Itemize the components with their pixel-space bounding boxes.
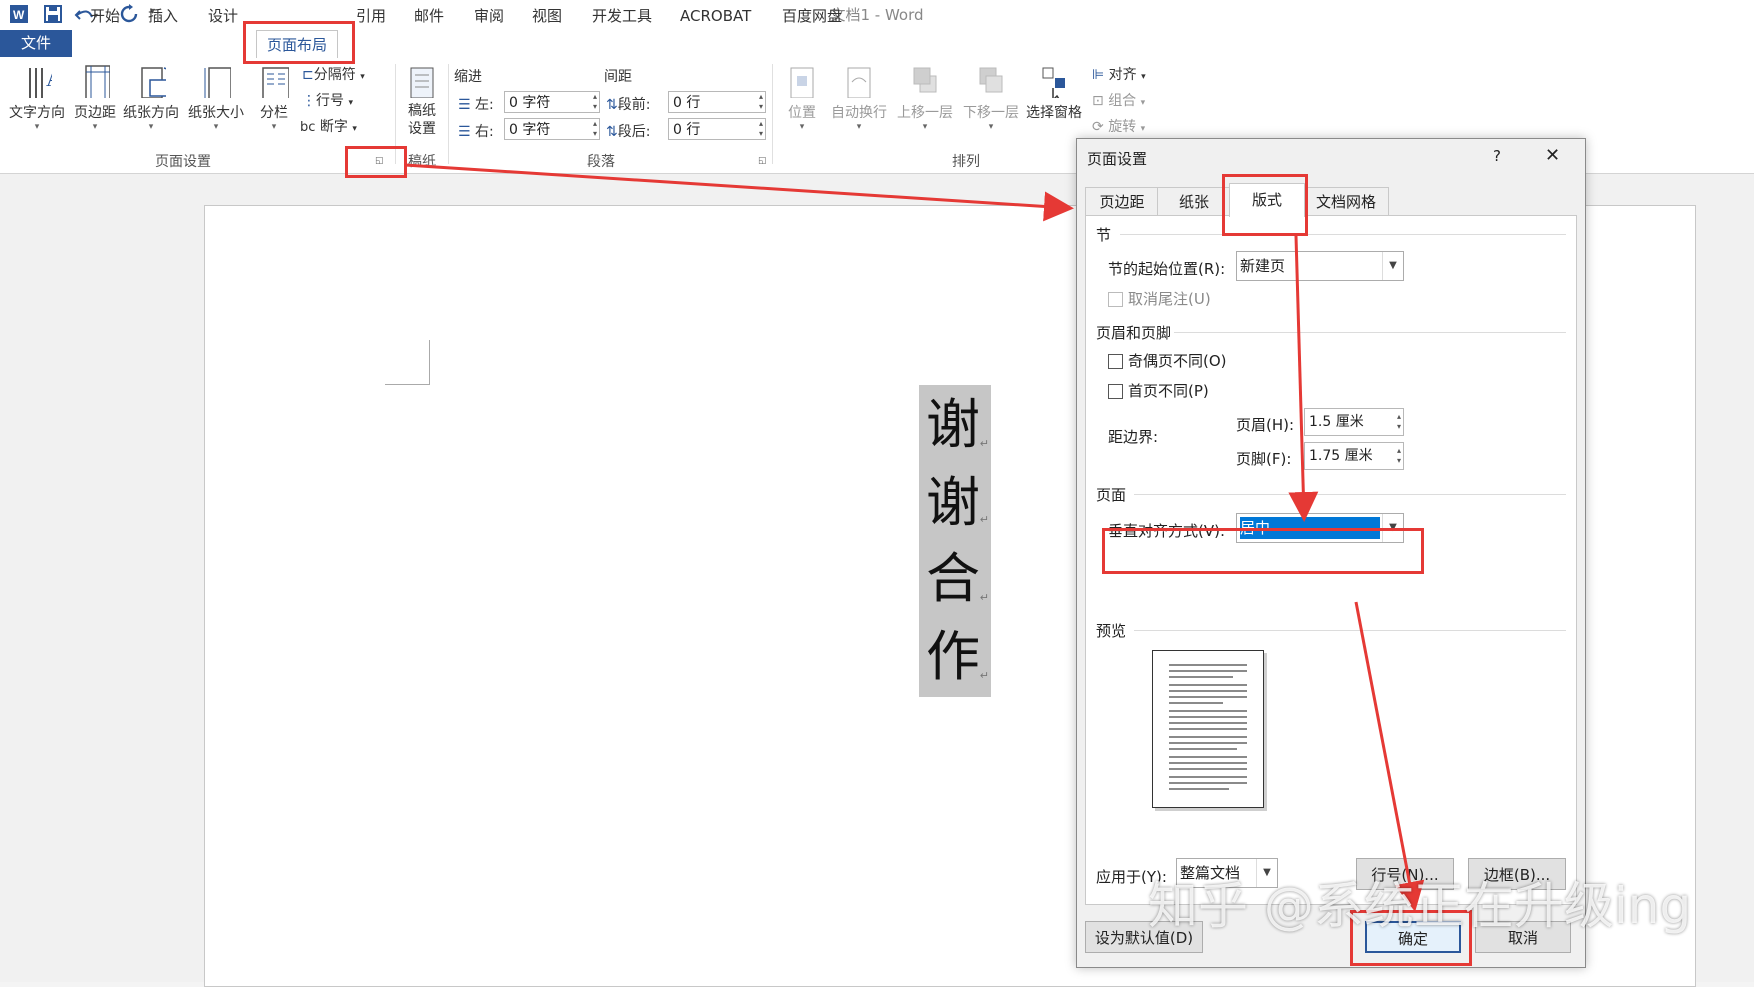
arrow-to-ok [1354, 601, 1425, 912]
tab-layout[interactable]: 版式 [1229, 183, 1305, 217]
arrow-to-vertical-alignment [1288, 235, 1319, 522]
arrow-to-dialog [404, 163, 1074, 222]
annotation-arrows [404, 163, 1425, 912]
watermark: 知乎 @系统正在升级ing [1148, 877, 1692, 935]
